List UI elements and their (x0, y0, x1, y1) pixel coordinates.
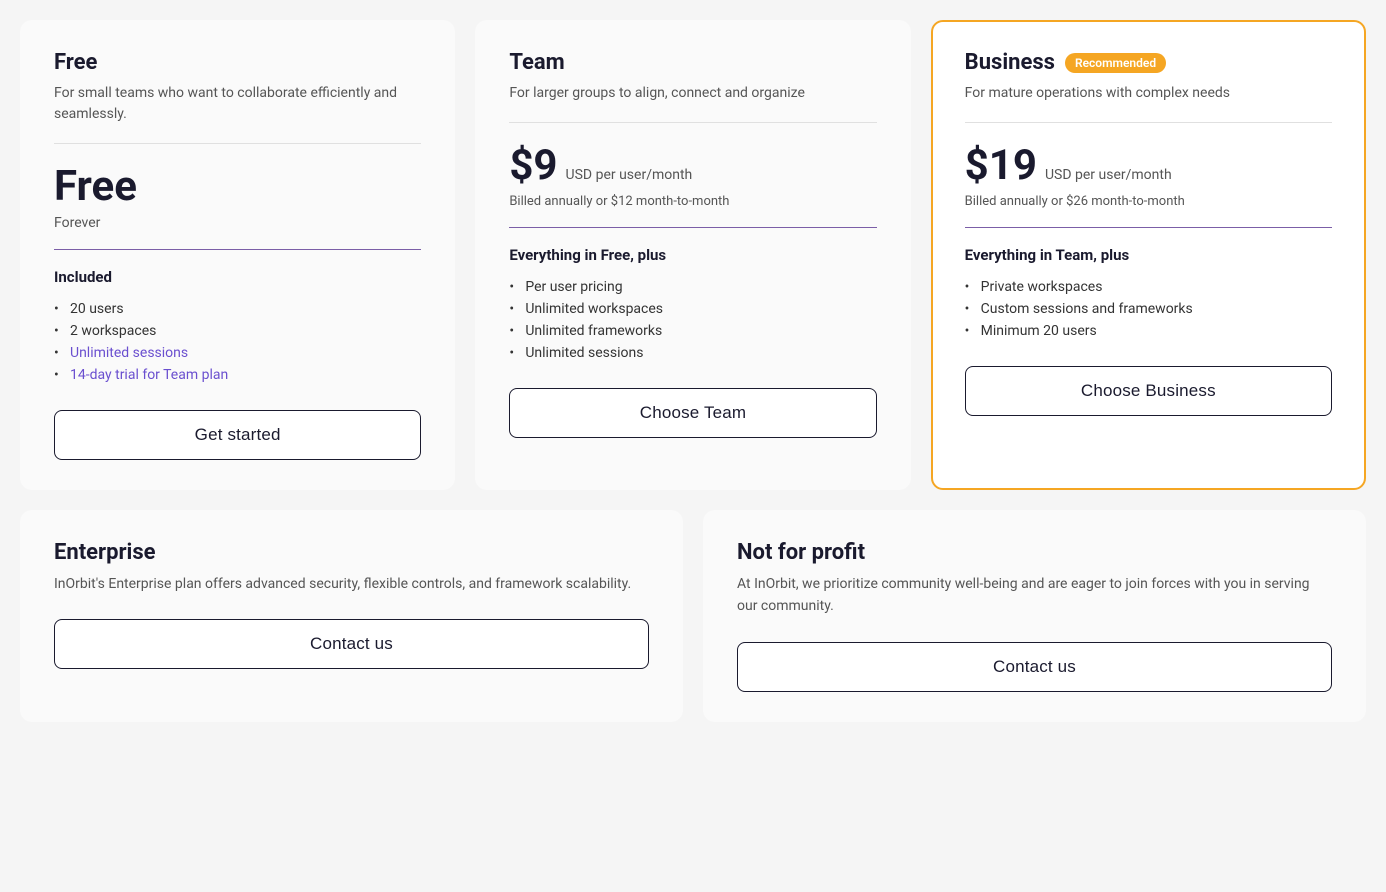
team-price-main: $9 USD per user/month (509, 141, 876, 190)
free-cta-button[interactable]: Get started (54, 410, 421, 460)
free-plan-name: Free (54, 50, 97, 75)
team-price-amount: $9 (509, 141, 557, 190)
team-features-list: Per user pricing Unlimited workspaces Un… (509, 276, 876, 364)
team-plan-header: Team For larger groups to align, connect… (509, 50, 876, 104)
free-price-amount: Free (54, 162, 137, 211)
business-price-section: $19 USD per user/month Billed annually o… (965, 141, 1332, 209)
nonprofit-plan-description: At InOrbit, we prioritize community well… (737, 573, 1332, 618)
list-item: 14-day trial for Team plan (54, 364, 421, 386)
free-features-heading: Included (54, 268, 421, 286)
list-item: Unlimited sessions (509, 342, 876, 364)
enterprise-plan-card: Enterprise InOrbit's Enterprise plan off… (20, 510, 683, 722)
business-plan-name: Business (965, 50, 1055, 75)
business-plan-name-row: Business Recommended (965, 50, 1332, 75)
free-divider-2 (54, 249, 421, 250)
team-plan-description: For larger groups to align, connect and … (509, 83, 876, 104)
team-price-unit: USD per user/month (566, 167, 693, 183)
business-plan-header: Business Recommended For mature operatio… (965, 50, 1332, 104)
team-features-heading: Everything in Free, plus (509, 246, 876, 264)
nonprofit-cta-button[interactable]: Contact us (737, 642, 1332, 692)
free-divider-1 (54, 143, 421, 144)
business-divider-2 (965, 227, 1332, 228)
free-price-section: Free Forever (54, 162, 421, 231)
team-cta-button[interactable]: Choose Team (509, 388, 876, 438)
pricing-page: Free For small teams who want to collabo… (20, 20, 1366, 722)
business-divider-1 (965, 122, 1332, 123)
team-plan-name-row: Team (509, 50, 876, 75)
enterprise-cta-button[interactable]: Contact us (54, 619, 649, 669)
list-item: 20 users (54, 298, 421, 320)
nonprofit-plan-card: Not for profit At InOrbit, we prioritize… (703, 510, 1366, 722)
team-plan-card: Team For larger groups to align, connect… (475, 20, 910, 490)
team-divider-1 (509, 122, 876, 123)
list-item: Minimum 20 users (965, 320, 1332, 342)
team-price-billed: Billed annually or $12 month-to-month (509, 194, 876, 209)
list-item: Unlimited frameworks (509, 320, 876, 342)
team-divider-2 (509, 227, 876, 228)
business-price-main: $19 USD per user/month (965, 141, 1332, 190)
top-plans-row: Free For small teams who want to collabo… (20, 20, 1366, 490)
business-features-list: Private workspaces Custom sessions and f… (965, 276, 1332, 342)
business-plan-description: For mature operations with complex needs (965, 83, 1332, 104)
list-item: Per user pricing (509, 276, 876, 298)
business-price-unit: USD per user/month (1045, 167, 1172, 183)
business-plan-card: Business Recommended For mature operatio… (931, 20, 1366, 490)
free-price-main: Free (54, 162, 421, 211)
list-item: 2 workspaces (54, 320, 421, 342)
free-features-list: 20 users 2 workspaces Unlimited sessions… (54, 298, 421, 386)
enterprise-plan-description: InOrbit's Enterprise plan offers advance… (54, 573, 649, 595)
business-cta-button[interactable]: Choose Business (965, 366, 1332, 416)
list-item: Unlimited sessions (54, 342, 421, 364)
free-price-forever: Forever (54, 215, 421, 231)
enterprise-plan-name-row: Enterprise (54, 540, 649, 565)
nonprofit-plan-name: Not for profit (737, 540, 865, 565)
list-item: Private workspaces (965, 276, 1332, 298)
recommended-badge: Recommended (1065, 53, 1166, 73)
bottom-plans-row: Enterprise InOrbit's Enterprise plan off… (20, 510, 1366, 722)
free-plan-name-row: Free (54, 50, 421, 75)
free-plan-description: For small teams who want to collaborate … (54, 83, 421, 125)
enterprise-plan-name: Enterprise (54, 540, 156, 565)
free-plan-card: Free For small teams who want to collabo… (20, 20, 455, 490)
nonprofit-plan-name-row: Not for profit (737, 540, 1332, 565)
business-price-amount: $19 (965, 141, 1037, 190)
team-price-section: $9 USD per user/month Billed annually or… (509, 141, 876, 209)
free-plan-header: Free For small teams who want to collabo… (54, 50, 421, 125)
business-features-heading: Everything in Team, plus (965, 246, 1332, 264)
list-item: Custom sessions and frameworks (965, 298, 1332, 320)
business-price-billed: Billed annually or $26 month-to-month (965, 194, 1332, 209)
team-plan-name: Team (509, 50, 564, 75)
list-item: Unlimited workspaces (509, 298, 876, 320)
